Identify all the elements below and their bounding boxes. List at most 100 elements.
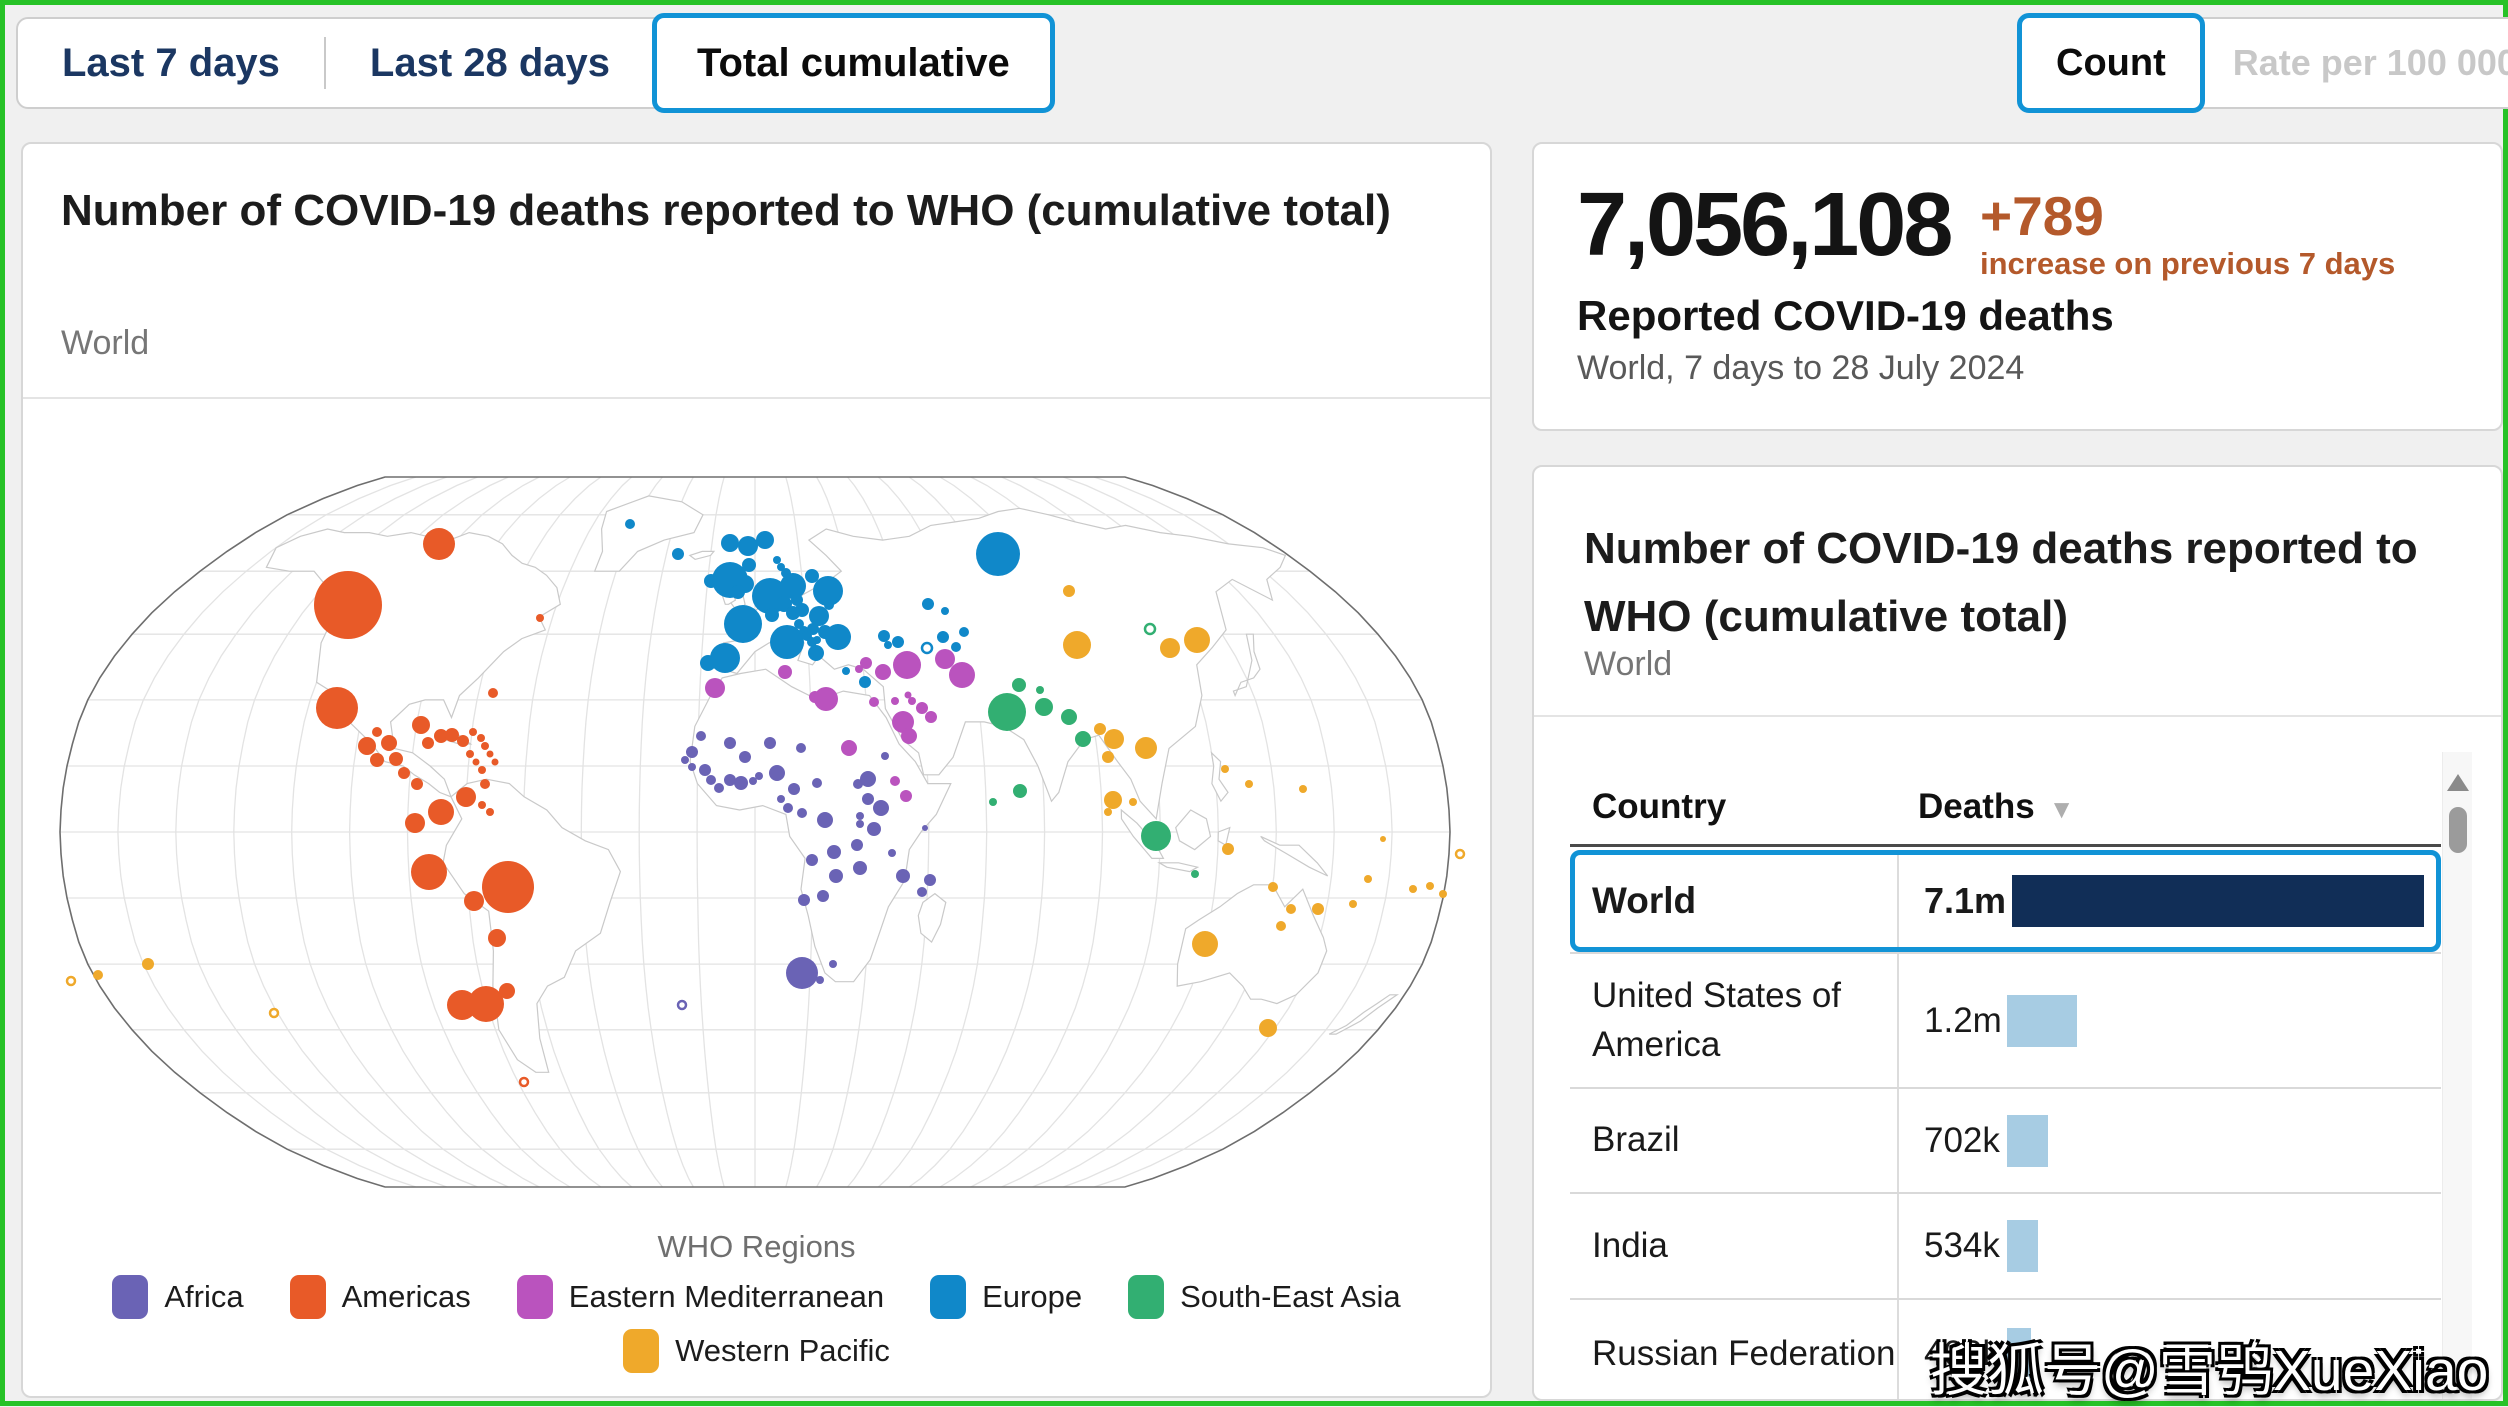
legend-item-africa[interactable]: Africa: [112, 1275, 244, 1319]
map-bubble[interactable]: [314, 571, 382, 639]
map-bubble[interactable]: [699, 764, 711, 776]
legend-item-western-pacific[interactable]: Western Pacific: [623, 1329, 890, 1373]
map-bubble[interactable]: [884, 641, 892, 649]
map-bubble[interactable]: [1191, 870, 1199, 878]
map-bubble[interactable]: [491, 758, 499, 766]
map-bubble[interactable]: [827, 845, 841, 859]
map-bubble[interactable]: [405, 813, 425, 833]
map-bubble[interactable]: [1104, 791, 1122, 809]
map-bubble[interactable]: [988, 693, 1026, 731]
tab-rate-per-100-000[interactable]: Rate per 100 000: [2203, 42, 2508, 84]
map-bubble[interactable]: [1380, 836, 1386, 842]
map-bubble[interactable]: [681, 756, 689, 764]
map-bubble[interactable]: [482, 861, 534, 913]
map-bubble[interactable]: [1268, 882, 1278, 892]
map-bubble[interactable]: [372, 727, 382, 737]
map-bubble[interactable]: [1409, 885, 1417, 893]
map-bubble[interactable]: [856, 812, 864, 820]
map-bubble[interactable]: [976, 532, 1020, 576]
map-bubble[interactable]: [738, 536, 758, 556]
tab-last-28-days[interactable]: Last 28 days: [326, 41, 654, 86]
map-bubble[interactable]: [808, 645, 824, 661]
scrollbar-thumb[interactable]: [2449, 807, 2467, 853]
table-row-world[interactable]: World 7.1m: [1570, 850, 2441, 952]
map-bubble[interactable]: [268, 1007, 280, 1019]
map-bubble[interactable]: [316, 687, 358, 729]
map-bubble[interactable]: [457, 735, 469, 747]
tab-count[interactable]: Count: [2017, 13, 2205, 113]
map-bubble[interactable]: [1063, 585, 1075, 597]
map-bubble[interactable]: [1364, 875, 1372, 883]
map-bubble[interactable]: [672, 548, 684, 560]
map-bubble[interactable]: [411, 854, 447, 890]
map-bubble[interactable]: [472, 758, 480, 766]
map-bubble[interactable]: [783, 803, 793, 813]
map-bubble[interactable]: [904, 691, 912, 699]
map-bubble[interactable]: [817, 890, 829, 902]
map-bubble[interactable]: [625, 519, 635, 529]
map-bubble[interactable]: [841, 740, 857, 756]
map-bubble[interactable]: [806, 854, 818, 866]
map-bubble[interactable]: [1454, 848, 1466, 860]
map-bubble[interactable]: [869, 697, 879, 707]
map-bubble[interactable]: [1075, 731, 1091, 747]
map-bubble[interactable]: [941, 607, 949, 615]
map-bubble[interactable]: [924, 874, 936, 886]
map-bubble[interactable]: [478, 766, 486, 774]
map-bubble[interactable]: [856, 820, 864, 828]
tab-last-7-days[interactable]: Last 7 days: [18, 41, 324, 86]
map-bubble[interactable]: [935, 649, 955, 669]
map-bubble[interactable]: [488, 688, 498, 698]
map-bubble[interactable]: [937, 631, 949, 643]
map-bubble[interactable]: [1135, 737, 1157, 759]
map-bubble[interactable]: [423, 528, 455, 560]
map-bubble[interactable]: [486, 750, 494, 758]
map-bubble[interactable]: [1299, 785, 1307, 793]
map-bubble[interactable]: [875, 664, 891, 680]
map-bubble[interactable]: [93, 970, 103, 980]
map-bubble[interactable]: [536, 614, 544, 622]
map-bubble[interactable]: [710, 643, 740, 673]
legend-item-eastern-mediterranean[interactable]: Eastern Mediterranean: [516, 1275, 884, 1319]
map-bubble[interactable]: [959, 627, 969, 637]
map-bubble[interactable]: [1094, 723, 1106, 735]
map-bubble[interactable]: [1286, 904, 1296, 914]
map-bubble[interactable]: [1141, 821, 1171, 851]
map-bubble[interactable]: [686, 746, 698, 758]
time-range-tabs[interactable]: Last 7 days Last 28 days Total cumulative: [16, 13, 1055, 113]
map-bubble[interactable]: [773, 556, 781, 564]
map-bubble[interactable]: [890, 776, 900, 786]
map-bubble[interactable]: [855, 665, 863, 673]
map-bubble[interactable]: [1104, 729, 1124, 749]
map-bubble[interactable]: [949, 662, 975, 688]
map-bubble[interactable]: [1036, 686, 1044, 694]
map-bubble[interactable]: [859, 676, 871, 688]
map-bubble[interactable]: [704, 574, 718, 588]
map-bubble[interactable]: [817, 812, 833, 828]
map-bubble[interactable]: [825, 624, 851, 650]
map-bubble[interactable]: [769, 765, 785, 781]
map-bubble[interactable]: [734, 776, 748, 790]
map-bubble[interactable]: [829, 960, 837, 968]
map-bubble[interactable]: [739, 751, 751, 763]
map-bubble[interactable]: [1276, 921, 1286, 931]
map-bubble[interactable]: [805, 569, 819, 583]
map-bubble[interactable]: [1184, 627, 1210, 653]
map-bubble[interactable]: [705, 678, 725, 698]
map-bubble[interactable]: [1439, 890, 1447, 898]
map-bubble[interactable]: [1245, 780, 1253, 788]
map-bubble[interactable]: [1426, 882, 1434, 890]
map-bubble[interactable]: [477, 734, 485, 742]
column-header-country[interactable]: Country: [1592, 787, 1726, 827]
map-bubble[interactable]: [422, 737, 434, 749]
map-bubble[interactable]: [142, 958, 154, 970]
map-bubble[interactable]: [398, 767, 410, 779]
map-bubble[interactable]: [925, 711, 937, 723]
map-bubble[interactable]: [916, 702, 928, 714]
map-bubble[interactable]: [901, 728, 917, 744]
map-bubble[interactable]: [1035, 698, 1053, 716]
map-bubble[interactable]: [468, 986, 504, 1022]
map-bubble[interactable]: [1104, 808, 1112, 816]
map-bubble[interactable]: [816, 976, 824, 984]
map-bubble[interactable]: [764, 737, 776, 749]
